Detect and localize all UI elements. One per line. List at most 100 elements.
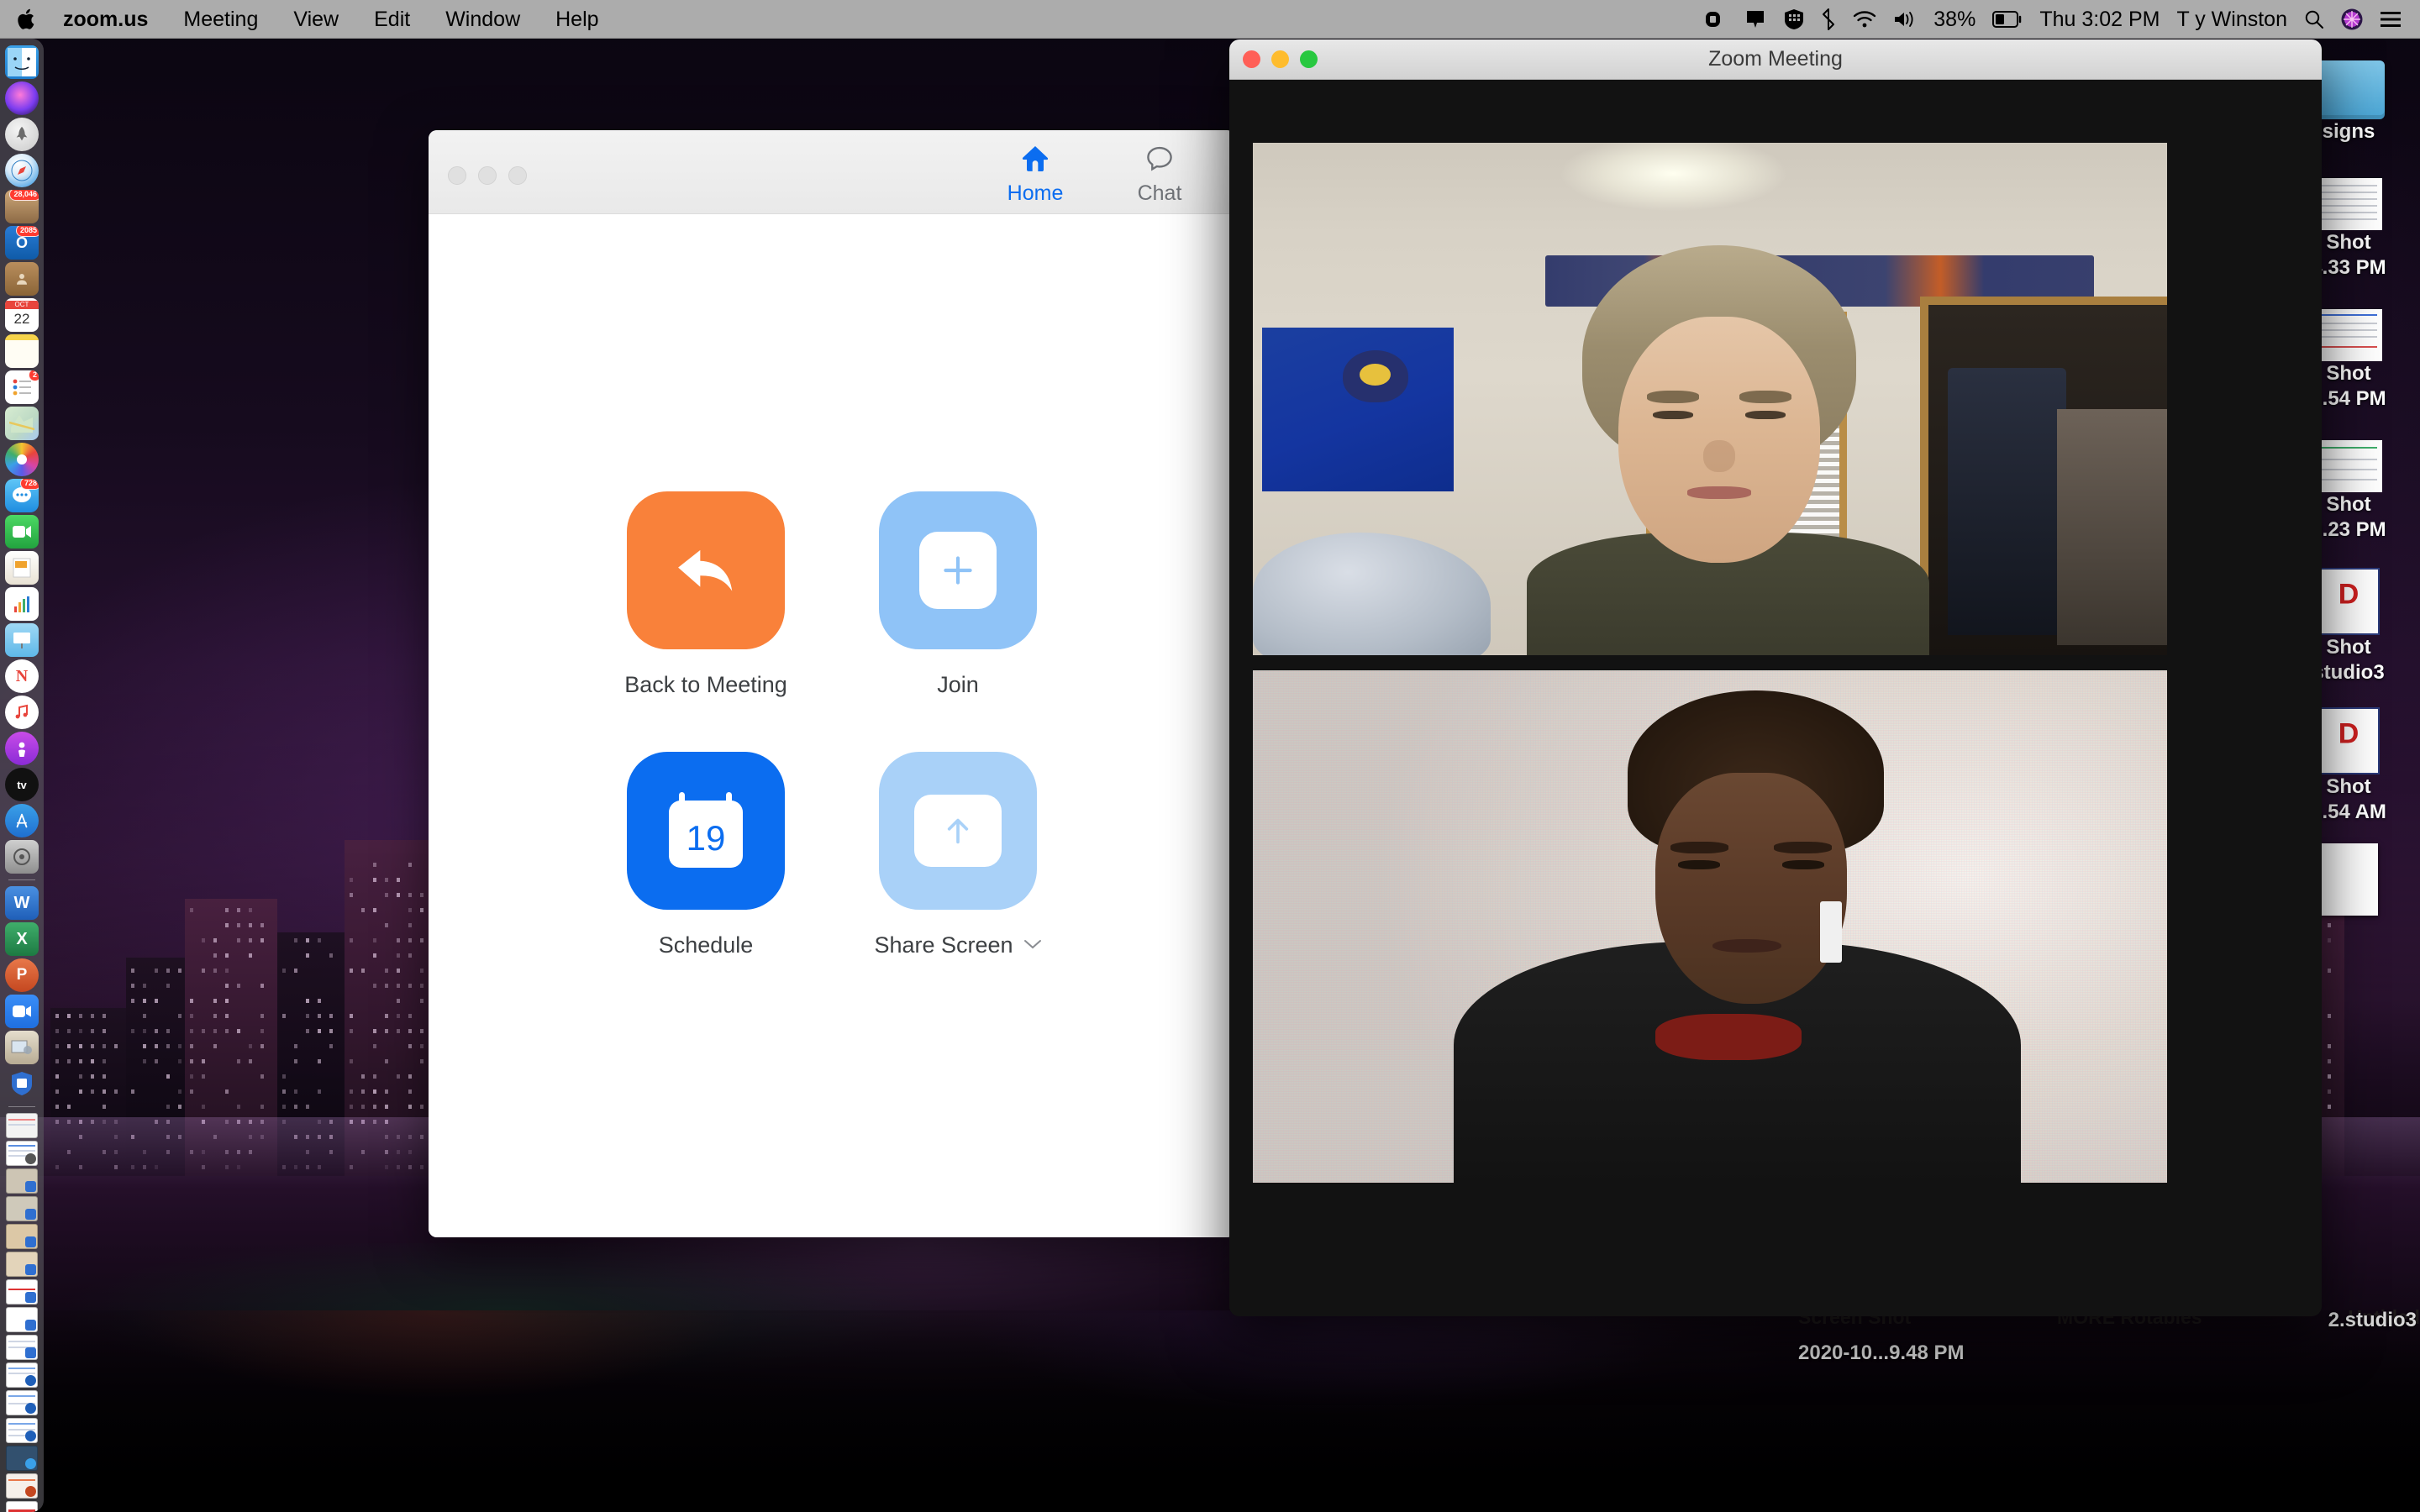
zoom-home-titlebar[interactable]: Home Chat bbox=[429, 130, 1235, 214]
minimized-window[interactable] bbox=[6, 1473, 38, 1499]
schedule-button[interactable]: 19 Schedule bbox=[580, 752, 832, 958]
zoom-home-traffic-lights[interactable] bbox=[448, 166, 527, 185]
menu-view[interactable]: View bbox=[276, 0, 356, 39]
dock-item-microsoft-word[interactable]: W bbox=[5, 886, 39, 920]
desktop-label-studio3-wrap: 2.studio3 bbox=[2328, 1306, 2417, 1335]
spotlight-search-icon[interactable] bbox=[2304, 9, 2324, 29]
minimized-window[interactable] bbox=[6, 1418, 38, 1443]
menubar-right: 38% Thu 3:02 PM T y Winston bbox=[1688, 8, 2420, 32]
menu-window[interactable]: Window bbox=[428, 0, 538, 39]
dock-item-app-store[interactable] bbox=[5, 804, 39, 837]
minimized-window[interactable] bbox=[6, 1196, 38, 1221]
zoom-home-window[interactable]: Home Chat Back to Meeting Join 19 Schedu… bbox=[429, 130, 1235, 1237]
fullscreen-button[interactable] bbox=[1300, 50, 1318, 68]
dock-item-calendar[interactable]: OCT 22 bbox=[5, 298, 39, 332]
dock-item-apple-tv[interactable]: tv bbox=[5, 768, 39, 801]
dock-item-contacts[interactable] bbox=[5, 262, 39, 296]
minimized-window[interactable] bbox=[6, 1279, 38, 1305]
dock-item-keynote-doc[interactable] bbox=[5, 551, 39, 585]
volume-icon[interactable] bbox=[1893, 10, 1917, 29]
zoom-meeting-traffic-lights[interactable] bbox=[1243, 50, 1318, 68]
apple-logo-icon[interactable] bbox=[17, 7, 39, 32]
dock-item-microsoft-powerpoint[interactable]: P bbox=[5, 958, 39, 992]
screen-share-icon[interactable] bbox=[1745, 9, 1767, 29]
dock-item-keynote[interactable] bbox=[5, 623, 39, 657]
minimize-button[interactable] bbox=[478, 166, 497, 185]
dock-item-preview[interactable]: 28,046 bbox=[5, 190, 39, 223]
dock-item-siri[interactable] bbox=[5, 81, 39, 115]
dock-item-maps[interactable] bbox=[5, 407, 39, 440]
close-button[interactable] bbox=[448, 166, 466, 185]
action-label-text: Join bbox=[937, 672, 979, 698]
dock-item-reminders[interactable]: 2 bbox=[5, 370, 39, 404]
dock-item-launchpad[interactable] bbox=[5, 118, 39, 151]
calendar-day-number: 19 bbox=[687, 818, 726, 858]
zoom-meeting-titlebar[interactable]: Zoom Meeting bbox=[1229, 39, 2322, 80]
menubar-clock[interactable]: Thu 3:02 PM bbox=[2039, 8, 2160, 32]
menu-edit[interactable]: Edit bbox=[356, 0, 428, 39]
desktop-bottom-timestamp: 2020-10...9.48 PM bbox=[1798, 1339, 2420, 1368]
join-button[interactable]: Join bbox=[832, 491, 1084, 698]
siri-icon[interactable] bbox=[2341, 8, 2363, 30]
battery-percent[interactable]: 38% bbox=[1933, 8, 1975, 32]
participant-video-top[interactable] bbox=[1253, 143, 2167, 655]
minimized-window[interactable] bbox=[6, 1362, 38, 1388]
back-to-meeting-button[interactable]: Back to Meeting bbox=[580, 491, 832, 698]
minimized-window[interactable] bbox=[6, 1446, 38, 1471]
video-camera-icon[interactable] bbox=[1705, 10, 1728, 29]
menubar-app-name[interactable]: zoom.us bbox=[45, 0, 166, 39]
dock-item-security[interactable] bbox=[5, 1067, 39, 1100]
close-button[interactable] bbox=[1243, 50, 1260, 68]
dock-item-podcasts[interactable] bbox=[5, 732, 39, 765]
bluetooth-icon[interactable] bbox=[1821, 8, 1836, 30]
dock-item-image-capture[interactable] bbox=[5, 1031, 39, 1064]
action-label-text: Schedule bbox=[659, 932, 754, 958]
dock-item-safari[interactable] bbox=[5, 154, 39, 187]
dock-item-microsoft-excel[interactable]: X bbox=[5, 922, 39, 956]
minimized-window[interactable] bbox=[6, 1335, 38, 1360]
tab-home-label: Home bbox=[985, 181, 1086, 206]
calendar-icon: 19 bbox=[666, 790, 746, 871]
participant-video-bottom[interactable] bbox=[1253, 670, 2167, 1183]
dock-item-messages[interactable]: 728 bbox=[5, 479, 39, 512]
minimized-window[interactable] bbox=[6, 1168, 38, 1194]
chevron-down-icon[interactable] bbox=[1023, 936, 1042, 955]
calendar-day: 22 bbox=[14, 309, 30, 329]
minimized-window[interactable] bbox=[6, 1252, 38, 1277]
dock-item-news[interactable]: N bbox=[5, 659, 39, 693]
menu-help[interactable]: Help bbox=[538, 0, 616, 39]
macos-menubar[interactable]: zoom.us Meeting View Edit Window Help 38… bbox=[0, 0, 2420, 39]
macos-dock[interactable]: 28,046 O 2085 OCT 22 2 728 N tv W X P bbox=[0, 39, 44, 1512]
dock-item-finder[interactable] bbox=[5, 45, 39, 79]
zoom-home-tabbar[interactable]: Home Chat bbox=[985, 140, 1210, 206]
zoom-meeting-window[interactable]: Zoom Meeting bbox=[1229, 39, 2322, 1316]
minimize-button[interactable] bbox=[1271, 50, 1289, 68]
minimized-window[interactable] bbox=[6, 1501, 38, 1512]
dock-item-zoom[interactable] bbox=[5, 995, 39, 1028]
dock-item-system-preferences[interactable] bbox=[5, 840, 39, 874]
battery-icon[interactable] bbox=[1992, 11, 2023, 28]
dock-item-music[interactable] bbox=[5, 696, 39, 729]
wifi-icon[interactable] bbox=[1853, 10, 1876, 29]
dock-item-numbers[interactable] bbox=[5, 587, 39, 621]
dock-item-outlook[interactable]: O 2085 bbox=[5, 226, 39, 260]
tab-chat[interactable]: Chat bbox=[1109, 140, 1210, 206]
minimized-window[interactable] bbox=[6, 1224, 38, 1249]
share-screen-button[interactable]: Share Screen bbox=[832, 752, 1084, 958]
minimized-window[interactable] bbox=[6, 1307, 38, 1332]
minimized-window[interactable] bbox=[6, 1113, 38, 1138]
menubar-user-name[interactable]: T y Winston bbox=[2176, 8, 2287, 32]
earbud-icon bbox=[1820, 901, 1842, 963]
home-icon bbox=[985, 140, 1086, 176]
minimized-window[interactable] bbox=[6, 1141, 38, 1166]
tab-home[interactable]: Home bbox=[985, 140, 1086, 206]
minimized-window[interactable] bbox=[6, 1390, 38, 1415]
dock-item-notes[interactable] bbox=[5, 334, 39, 368]
person-face bbox=[1655, 773, 1847, 1004]
zoom-button[interactable] bbox=[508, 166, 527, 185]
dock-item-facetime[interactable] bbox=[5, 515, 39, 549]
menu-meeting[interactable]: Meeting bbox=[166, 0, 276, 39]
dock-item-photos[interactable] bbox=[5, 443, 39, 476]
control-center-icon[interactable] bbox=[2380, 11, 2402, 28]
grid-keypad-icon[interactable] bbox=[1784, 8, 1804, 30]
